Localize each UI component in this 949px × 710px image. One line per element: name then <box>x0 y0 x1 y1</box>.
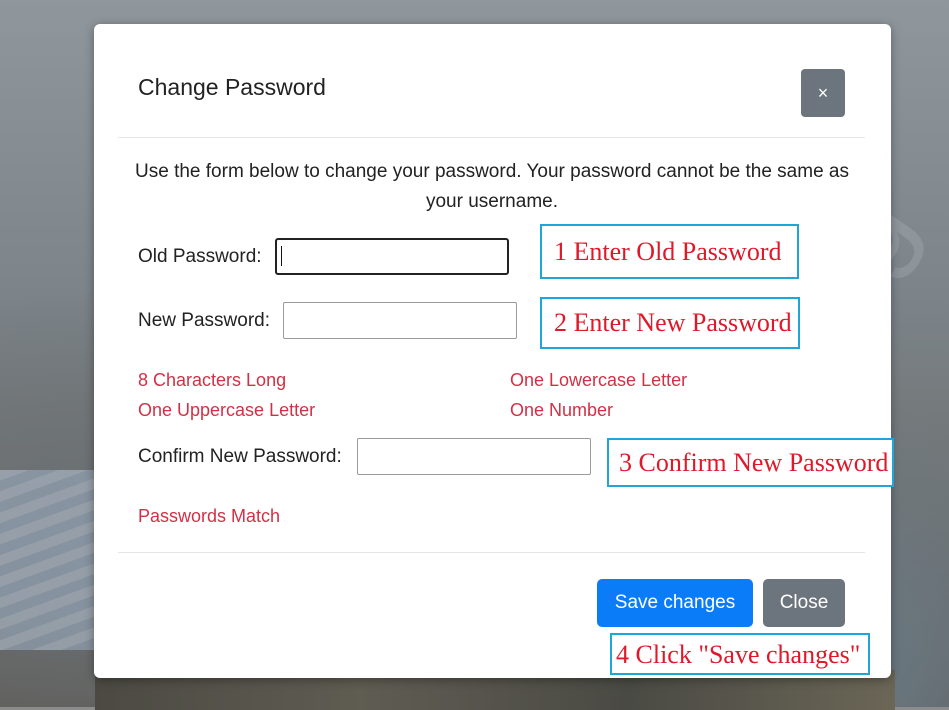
annotation-step-3: 3 Confirm New Password <box>607 438 894 487</box>
modal-header: Change Password <box>118 24 865 138</box>
rule-passwords-match: Passwords Match <box>138 506 281 526</box>
background-building <box>0 470 100 650</box>
new-password-label: New Password: <box>138 310 270 331</box>
confirm-password-field[interactable] <box>357 438 591 475</box>
modal-title: Change Password <box>138 74 326 100</box>
annotation-step-1: 1 Enter Old Password <box>540 224 799 279</box>
close-button[interactable]: Close <box>763 579 845 627</box>
old-password-label: Old Password: <box>138 246 262 267</box>
new-password-field[interactable] <box>283 302 517 339</box>
text-caret <box>281 246 282 266</box>
footer-divider <box>118 552 865 553</box>
rule-lowercase: One Lowercase Letter <box>510 370 688 390</box>
rule-number: One Number <box>510 400 614 420</box>
rule-uppercase: One Uppercase Letter <box>138 400 316 420</box>
change-password-modal: Change Password × Use the form below to … <box>94 24 891 678</box>
close-icon[interactable]: × <box>801 69 845 117</box>
confirm-password-label: Confirm New Password: <box>138 446 342 467</box>
annotation-step-4: 4 Click "Save changes" <box>610 633 870 675</box>
old-password-field[interactable] <box>275 238 509 275</box>
rule-length: 8 Characters Long <box>138 370 287 390</box>
annotation-step-2: 2 Enter New Password <box>540 297 800 349</box>
intro-text: Use the form below to change your passwo… <box>135 161 849 212</box>
save-changes-button[interactable]: Save changes <box>597 579 753 627</box>
